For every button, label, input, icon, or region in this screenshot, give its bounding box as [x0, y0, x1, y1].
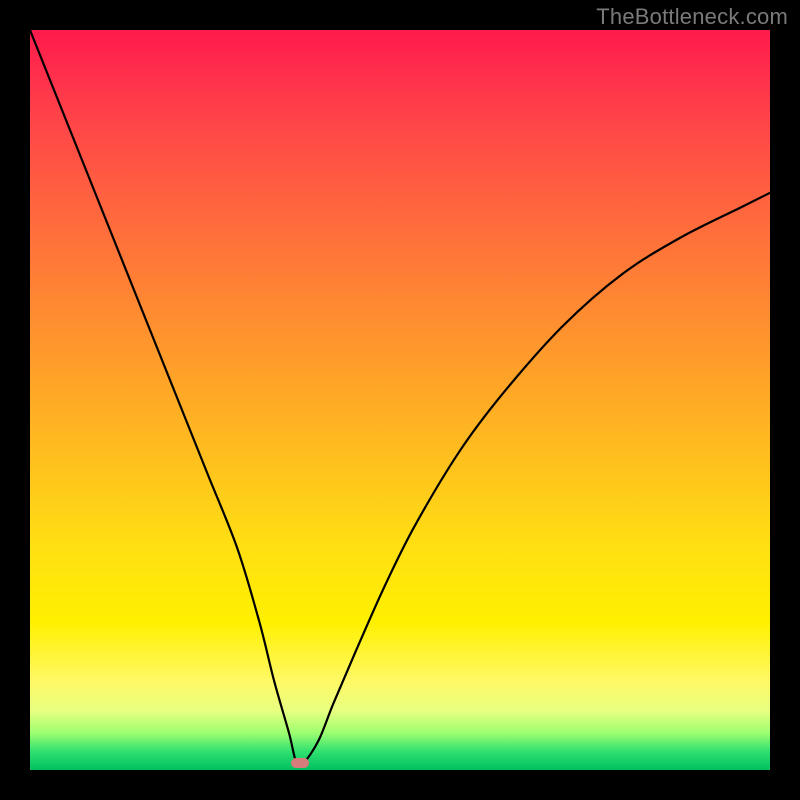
curve-path: [30, 30, 770, 766]
watermark-text: TheBottleneck.com: [596, 4, 788, 30]
minimum-marker: [291, 758, 309, 768]
plot-area: [30, 30, 770, 770]
chart-frame: TheBottleneck.com: [0, 0, 800, 800]
bottleneck-curve: [30, 30, 770, 770]
